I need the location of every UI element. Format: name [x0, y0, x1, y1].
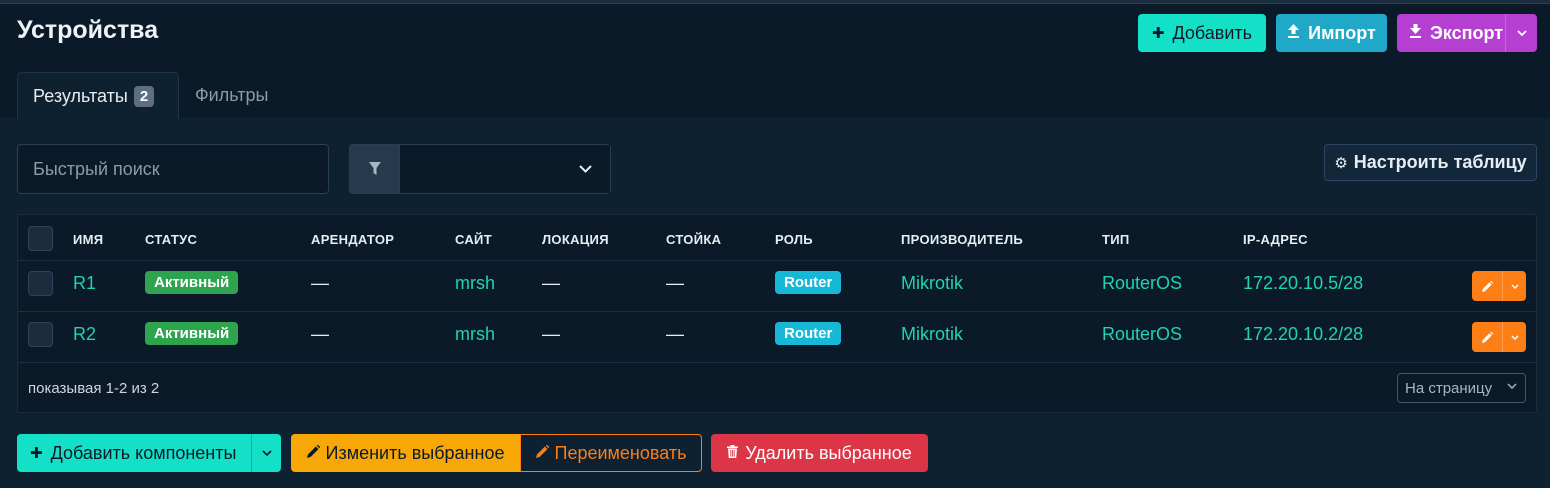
column-header-rack[interactable]: СТОЙКА — [666, 232, 721, 247]
column-header-location[interactable]: ЛОКАЦИЯ — [542, 232, 609, 247]
per-page-select[interactable]: На страницу — [1397, 373, 1526, 403]
tab-results-label: Результаты — [33, 85, 128, 106]
row-edit-button[interactable] — [1472, 322, 1526, 352]
add-components-label: Добавить компоненты — [50, 442, 237, 463]
column-header-ip[interactable]: IP-АДРЕС — [1243, 232, 1308, 247]
page-title: Устройства — [17, 16, 159, 44]
ip-address-link[interactable]: 172.20.10.2/28 — [1243, 324, 1363, 345]
row-divider — [18, 311, 1536, 312]
location-cell: — — [542, 273, 560, 293]
plus-icon: ✚ — [1151, 25, 1165, 42]
quick-search-input[interactable] — [17, 144, 329, 194]
column-header-tenant[interactable]: АРЕНДАТОР — [311, 232, 394, 247]
row-divider — [18, 362, 1536, 363]
column-header-manufacturer[interactable]: ПРОИЗВОДИТЕЛЬ — [901, 232, 1023, 247]
upload-icon — [1287, 23, 1300, 43]
status-badge: Активный — [145, 271, 239, 294]
download-icon — [1409, 23, 1422, 43]
status-badge: Активный — [145, 322, 239, 345]
export-button[interactable]: Экспорт — [1397, 14, 1537, 52]
pencil-icon — [306, 444, 320, 462]
configure-table-label: Настроить таблицу — [1353, 152, 1527, 172]
trash-icon — [727, 444, 739, 462]
plus-icon: ✚ — [30, 445, 43, 462]
rack-cell: — — [666, 273, 684, 293]
manufacturer-link[interactable]: Mikrotik — [901, 273, 963, 294]
column-header-type[interactable]: ТИП — [1102, 232, 1130, 247]
filter-select[interactable] — [400, 145, 610, 193]
import-button-label: Импорт — [1308, 22, 1376, 43]
role-badge[interactable]: Router — [775, 322, 842, 345]
tab-filters-label: Фильтры — [195, 85, 269, 105]
rename-label: Переименовать — [554, 442, 687, 463]
configure-table-button[interactable]: ⚙ Настроить таблицу — [1324, 144, 1537, 181]
add-button[interactable]: ✚ Добавить — [1138, 14, 1266, 52]
pencil-icon — [1472, 322, 1502, 352]
pagination-summary: показывая 1-2 из 2 — [28, 380, 160, 397]
select-all-checkbox[interactable] — [28, 226, 53, 251]
import-button[interactable]: Импорт — [1276, 14, 1387, 52]
tab-filters[interactable]: Фильтры — [195, 72, 268, 119]
chevron-down-icon[interactable] — [1505, 14, 1537, 52]
chevron-down-icon — [579, 160, 592, 178]
column-header-role[interactable]: РОЛЬ — [775, 232, 813, 247]
row-checkbox[interactable] — [28, 322, 53, 347]
column-header-status[interactable]: СТАТУС — [145, 232, 197, 247]
per-page-label: На страницу — [1405, 379, 1493, 397]
delete-selected-button[interactable]: Удалить выбранное — [711, 434, 928, 472]
add-components-button[interactable]: ✚ Добавить компоненты — [17, 434, 281, 472]
gear-icon: ⚙ — [1334, 154, 1348, 172]
pencil-icon — [535, 444, 549, 462]
role-badge[interactable]: Router — [775, 271, 842, 294]
rename-button[interactable]: Переименовать — [520, 434, 702, 472]
delete-selected-label: Удалить выбранное — [745, 442, 912, 463]
row-edit-button[interactable] — [1472, 271, 1526, 301]
row-checkbox[interactable] — [28, 271, 53, 296]
site-link[interactable]: mrsh — [455, 273, 495, 294]
rack-cell: — — [666, 324, 684, 344]
filter-select-group — [349, 144, 611, 194]
tenant-cell: — — [311, 273, 329, 293]
top-border — [0, 0, 1550, 4]
add-button-label: Добавить — [1172, 22, 1253, 43]
site-link[interactable]: mrsh — [455, 324, 495, 345]
tab-results[interactable]: Результаты 2 — [17, 72, 179, 119]
column-header-name[interactable]: ИМЯ — [73, 232, 103, 247]
device-name-link[interactable]: R1 — [73, 273, 96, 294]
edit-selected-button[interactable]: Изменить выбранное — [291, 434, 520, 472]
column-header-site[interactable]: САЙТ — [455, 232, 492, 247]
ip-address-link[interactable]: 172.20.10.5/28 — [1243, 273, 1363, 294]
chevron-down-icon — [1507, 381, 1517, 392]
results-count-badge: 2 — [133, 85, 155, 107]
chevron-down-icon[interactable] — [1502, 322, 1526, 352]
header-divider — [18, 260, 1536, 261]
manufacturer-link[interactable]: Mikrotik — [901, 324, 963, 345]
location-cell: — — [542, 324, 560, 344]
chevron-down-icon[interactable] — [1502, 271, 1526, 301]
filter-icon[interactable] — [350, 145, 400, 193]
export-button-label: Экспорт — [1430, 22, 1504, 43]
pencil-icon — [1472, 271, 1502, 301]
chevron-down-icon[interactable] — [251, 434, 281, 472]
device-type-link[interactable]: RouterOS — [1102, 324, 1182, 345]
device-type-link[interactable]: RouterOS — [1102, 273, 1182, 294]
tenant-cell: — — [311, 324, 329, 344]
device-name-link[interactable]: R2 — [73, 324, 96, 345]
edit-selected-label: Изменить выбранное — [325, 442, 505, 463]
